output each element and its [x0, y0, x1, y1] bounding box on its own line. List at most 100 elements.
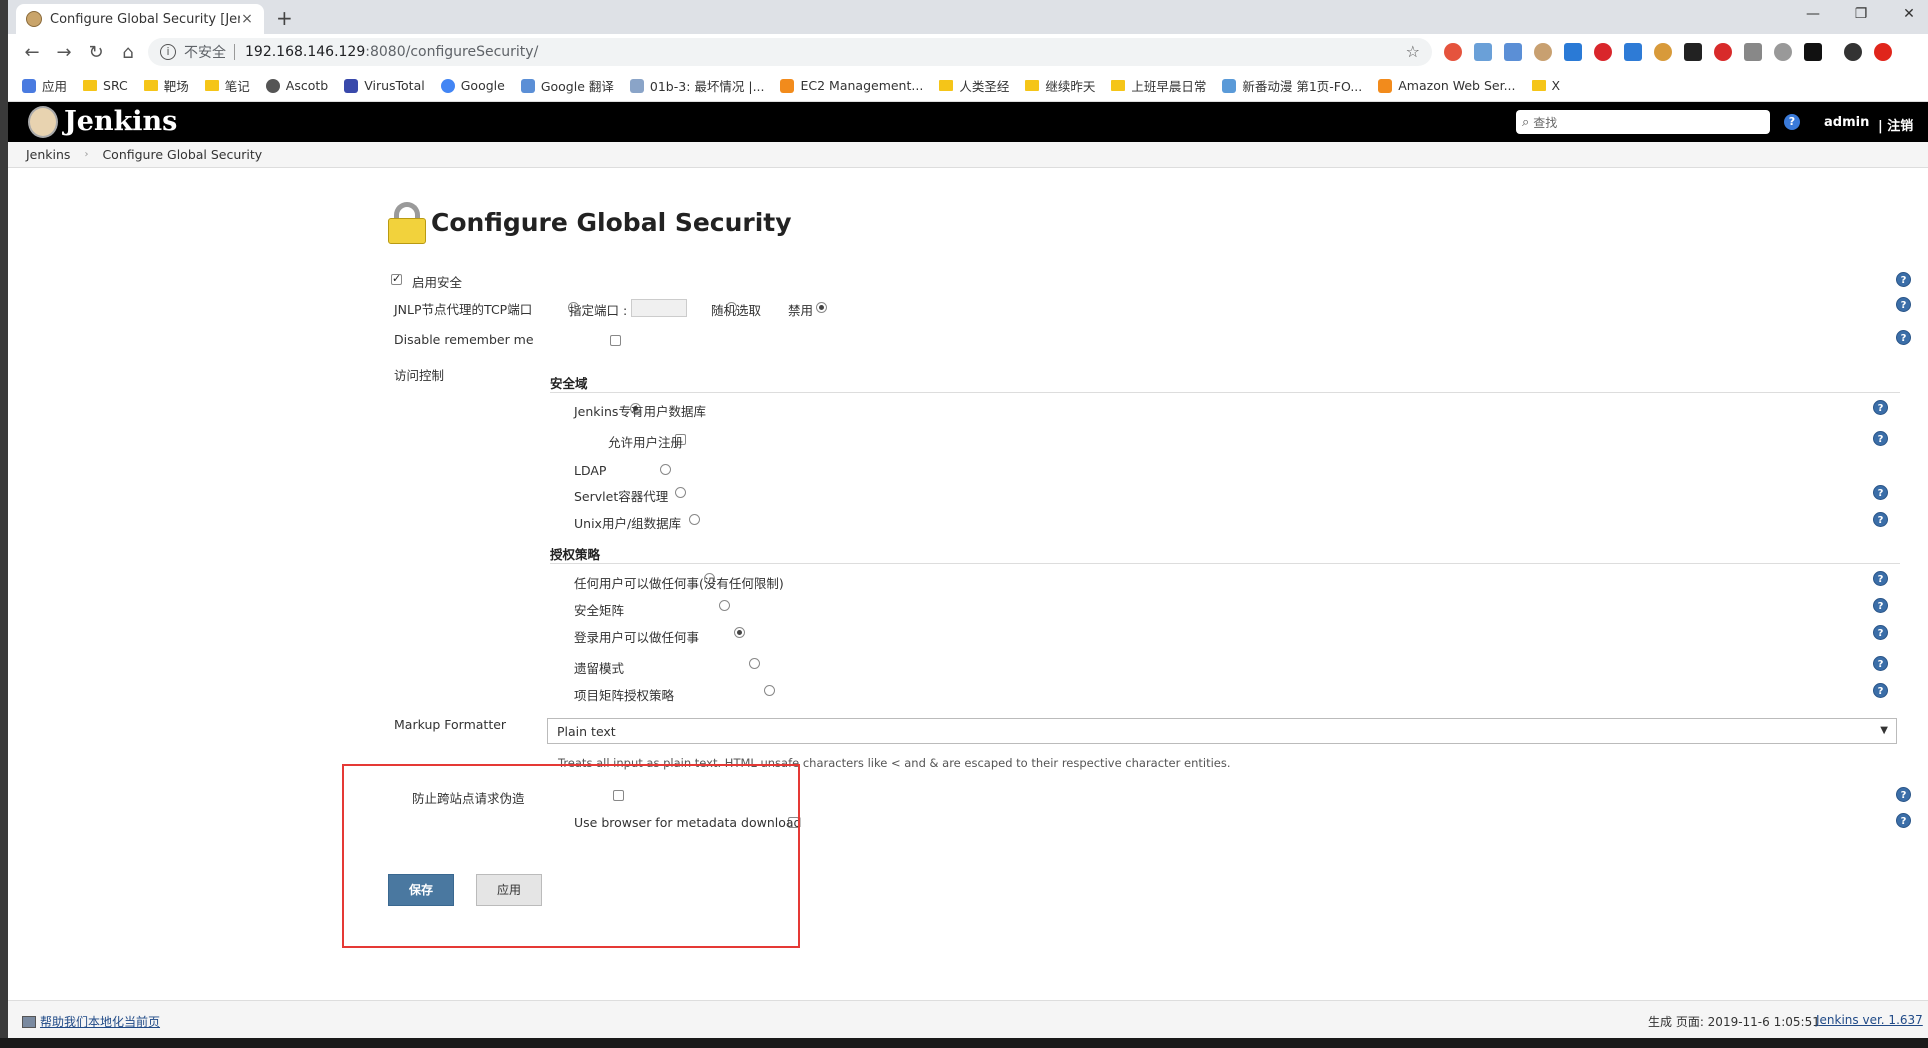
extension-h-icon[interactable]: [1804, 43, 1822, 61]
breadcrumb-jenkins[interactable]: Jenkins: [26, 147, 70, 162]
bookmark-translate[interactable]: Google 翻译: [520, 76, 614, 95]
auth-project-matrix-radio[interactable]: [763, 685, 775, 696]
auth-matrix-radio[interactable]: [719, 600, 731, 611]
realm-ldap-radio[interactable]: [659, 464, 671, 475]
help-icon[interactable]: ?: [1896, 272, 1911, 287]
search-input[interactable]: ⌕ 查找: [1516, 110, 1770, 134]
google-icon: [440, 78, 455, 93]
jenkins-favicon-icon: [26, 11, 42, 27]
help-icon[interactable]: ?: [1896, 297, 1911, 312]
auth-matrix-label: 安全矩阵: [574, 603, 625, 618]
extension-badge-icon[interactable]: [1624, 43, 1642, 61]
folder-icon: [83, 80, 98, 91]
extension-box-icon[interactable]: [1684, 43, 1702, 61]
user-link[interactable]: admin: [1824, 115, 1869, 130]
help-icon[interactable]: ?: [1873, 571, 1888, 586]
extension-zip-icon[interactable]: [1744, 43, 1762, 61]
help-icon[interactable]: ?: [1873, 625, 1888, 640]
divider: [550, 392, 1900, 393]
bookmark-anime[interactable]: 新番动漫 第1页-FO...: [1222, 76, 1362, 95]
site-info-icon[interactable]: i: [160, 44, 176, 60]
bookmark-ec2[interactable]: EC2 Management...: [780, 78, 923, 93]
jnlp-disable-radio[interactable]: [816, 302, 828, 313]
jenkins-version-link[interactable]: Jenkins ver. 1.637: [1816, 1013, 1923, 1027]
bookmark-morning[interactable]: 上班早晨日常: [1111, 76, 1206, 95]
new-tab-button[interactable]: +: [276, 6, 293, 30]
extension-download-icon[interactable]: [1564, 43, 1582, 61]
jenkins-title[interactable]: Jenkins: [64, 106, 177, 137]
bookmark-apps[interactable]: 应用: [22, 76, 67, 95]
auth-project-matrix-label: 项目矩阵授权策略: [574, 688, 675, 703]
help-icon[interactable]: ?: [1873, 485, 1888, 500]
help-icon[interactable]: ?: [1896, 330, 1911, 345]
access-control-label: 访问控制: [394, 368, 445, 383]
auth-logged-in-radio[interactable]: [733, 627, 745, 638]
bookmark-worst-case[interactable]: 01b-3: 最坏情况 |...: [629, 76, 764, 95]
enable-security-checkbox[interactable]: [391, 272, 402, 285]
bookmark-src[interactable]: SRC: [83, 78, 128, 93]
extension-avatar-icon[interactable]: [1534, 43, 1552, 61]
bookmark-label: 新番动漫 第1页-FO...: [1242, 79, 1363, 94]
forward-arrow-icon[interactable]: →: [48, 42, 80, 63]
bookmark-range[interactable]: 靶场: [143, 76, 189, 95]
help-icon[interactable]: ?: [1873, 512, 1888, 527]
allow-signup-label: 允许用户注册: [608, 435, 684, 450]
help-icon[interactable]: ?: [1873, 598, 1888, 613]
realm-unix-radio[interactable]: [689, 514, 701, 525]
jenkins-butler-logo-icon[interactable]: [28, 106, 58, 138]
extension-translate-icon[interactable]: [1504, 43, 1522, 61]
help-icon[interactable]: ?: [1873, 431, 1888, 446]
bookmark-ascotb[interactable]: Ascotb: [265, 78, 328, 93]
close-window-button[interactable]: ✕: [1886, 0, 1928, 30]
realm-unix-label: Unix用户/组数据库: [574, 516, 682, 531]
extension-grey-icon[interactable]: [1774, 43, 1792, 61]
bookmark-star-icon[interactable]: ☆: [1406, 42, 1420, 61]
bookmark-bible[interactable]: 人类圣经: [939, 76, 1009, 95]
extension-red-icon[interactable]: [1714, 43, 1732, 61]
markup-formatter-select[interactable]: Plain text ▼: [547, 718, 1897, 744]
virustotal-icon: [344, 78, 359, 93]
bookmark-notes[interactable]: 笔记: [204, 76, 250, 95]
url-bar[interactable]: i 不安全 192.168.146.129 :8080/configureSec…: [148, 38, 1432, 66]
logout-link[interactable]: | 注销: [1878, 115, 1913, 134]
update-icon[interactable]: [1874, 43, 1892, 61]
search-help-icon[interactable]: ?: [1784, 114, 1800, 130]
folder-icon: [204, 80, 219, 91]
bookmark-yesterday[interactable]: 继续昨天: [1025, 76, 1095, 95]
jnlp-port-input[interactable]: [631, 299, 687, 317]
restore-button[interactable]: ❐: [1838, 0, 1884, 30]
main-content: Configure Global Security 启用安全 ? JNLP节点代…: [8, 168, 1928, 1000]
extension-shield-icon[interactable]: [1474, 43, 1492, 61]
aws-icon: [780, 78, 795, 93]
extension-cookie-icon[interactable]: [1654, 43, 1672, 61]
realm-servlet-radio[interactable]: [674, 487, 686, 498]
bookmark-x[interactable]: X: [1531, 78, 1560, 93]
back-arrow-icon[interactable]: ←: [16, 42, 48, 63]
realm-servlet-label: Servlet容器代理: [574, 489, 669, 504]
browser-tab[interactable]: Configure Global Security [Jen ×: [16, 4, 264, 34]
realm-jenkins-db-label: Jenkins专有用户数据库: [574, 404, 706, 419]
help-icon[interactable]: ?: [1896, 787, 1911, 802]
disable-remember-me-checkbox[interactable]: [610, 335, 622, 346]
bookmark-virustotal[interactable]: VirusTotal: [344, 78, 425, 93]
highlight-annotation-box: [342, 764, 800, 948]
close-tab-icon[interactable]: ×: [240, 11, 254, 27]
extension-pin-icon[interactable]: [1444, 43, 1462, 61]
bookmark-google[interactable]: Google: [440, 78, 505, 93]
breadcrumb-current[interactable]: Configure Global Security: [102, 147, 262, 162]
security-realm-heading: 安全域: [550, 376, 588, 391]
home-icon[interactable]: ⌂: [112, 42, 144, 63]
desktop-edge: [0, 34, 8, 1038]
help-icon[interactable]: ?: [1896, 813, 1911, 828]
minimize-button[interactable]: —: [1790, 0, 1836, 30]
bookmark-aws[interactable]: Amazon Web Ser...: [1378, 78, 1516, 93]
help-icon[interactable]: ?: [1873, 656, 1888, 671]
jnlp-disable-label: 禁用: [788, 303, 814, 318]
help-icon[interactable]: ?: [1873, 683, 1888, 698]
help-icon[interactable]: ?: [1873, 400, 1888, 415]
reload-icon[interactable]: ↻: [80, 42, 112, 63]
profile-avatar-icon[interactable]: [1844, 43, 1862, 61]
auth-legacy-radio[interactable]: [748, 658, 760, 669]
extension-abp-icon[interactable]: [1594, 43, 1612, 61]
localize-link[interactable]: 帮助我们本地化当前页: [22, 1013, 160, 1030]
